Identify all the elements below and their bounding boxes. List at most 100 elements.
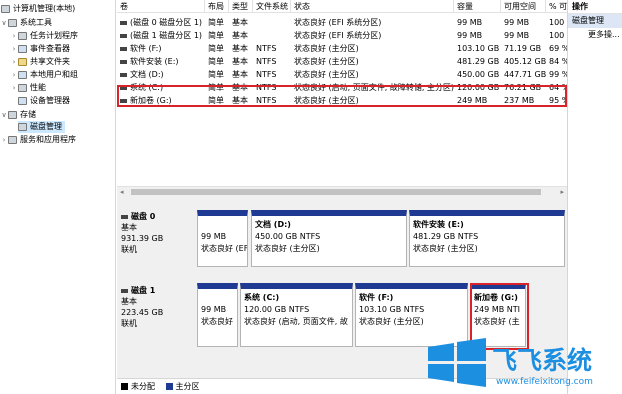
volume-cell: 100 [549,18,565,27]
column-header-free-space[interactable]: 可用空间 [501,0,546,13]
volume-cell: 447.71 GB [504,70,546,79]
column-header-volume[interactable]: 卷 [117,0,205,13]
svg-text:www.feifeixitong.com: www.feifeixitong.com [496,377,593,387]
volume-cell: 状态良好 (主分区) [294,44,359,53]
volume-cell: 软件 (F:) [117,42,205,55]
volume-cell: 软件安装 (E:) [117,55,205,68]
column-header-type[interactable]: 类型 [229,0,253,13]
navigation-tree: 计算机管理(本地) ∨ 系统工具 › 任务计划程序 › 事件查看器 › 共享文件夹 › 本… [0,0,116,394]
tree-item-shared-folders[interactable]: › 共享文件夹 [10,56,70,68]
volume-icon [120,46,127,51]
scroll-left-icon[interactable]: ◂ [120,188,124,196]
horizontal-scrollbar[interactable]: ◂ ▸ [117,186,567,197]
column-header-percent-free[interactable]: % 可 [546,0,567,13]
volume-cell: 基本 [232,44,248,53]
partition-disk0-efi[interactable]: 99 MB 状态良好 (EF [197,210,248,267]
tree-item-local-users[interactable]: › 本地用户和组 [10,69,78,81]
tree-item-disk-management[interactable]: 磁盘管理 [18,121,65,133]
volume-icon [120,33,127,38]
tree-item-task-scheduler[interactable]: › 任务计划程序 [10,30,78,42]
volume-cell: (磁盘 0 磁盘分区 1) [117,16,205,29]
volume-cell: 99 MB [457,18,483,27]
collapse-chevron-icon[interactable]: ∨ [0,17,8,29]
tree-item-event-viewer[interactable]: › 事件查看器 [10,43,70,55]
volume-cell [253,29,291,42]
partition-e-software-install[interactable]: 软件安装 (E:) 481.29 GB NTFS 状态良好 (主分区) [409,210,565,267]
volume-cell: NTFS [256,70,277,79]
volume-row[interactable]: (磁盘 0 磁盘分区 1) 简单 基本 状态良好 (EFI 系统分区) 99 MB 99 … [117,16,567,29]
tree-item-device-manager[interactable]: 设备管理器 [18,95,70,107]
tree-item-system-tools[interactable]: ∨ 系统工具 [0,17,52,29]
volume-icon [120,20,127,25]
partition-disk1-efi[interactable]: 99 MB 状态良好 [197,283,238,347]
scroll-right-icon[interactable]: ▸ [560,188,564,196]
volume-cell: 基本 [232,70,248,79]
volume-icon [120,72,127,77]
column-header-capacity[interactable]: 容量 [454,0,501,13]
volume-row[interactable]: 软件安装 (E:) 简单 基本 NTFS 状态良好 (主分区) 481.29 GB 405.… [117,55,567,68]
volume-cell: 99 % [549,70,567,79]
tree-item-services-apps[interactable]: › 服务和应用程序 [0,134,76,146]
event-log-icon [18,45,27,53]
services-icon [8,136,17,144]
volume-cell [253,16,291,29]
computer-icon [1,5,10,13]
expand-chevron-icon[interactable]: › [0,134,8,146]
expand-chevron-icon[interactable]: › [10,43,18,55]
volume-cell: 状态良好 (EFI 系统分区) [294,18,382,27]
storage-icon [8,111,17,119]
column-header-layout[interactable]: 布局 [205,0,229,13]
volume-cell: 简单 [208,57,224,66]
tree-item-storage[interactable]: ∨ 存储 [0,109,36,121]
expand-chevron-icon[interactable]: › [10,82,18,94]
unallocated-swatch [121,383,128,390]
volume-row[interactable]: 软件 (F:) 简单 基本 NTFS 状态良好 (主分区) 103.10 GB 71.19 … [117,42,567,55]
volume-cell: NTFS [256,44,277,53]
tree-item-computer-management[interactable]: 计算机管理(本地) [1,3,75,15]
volume-row[interactable]: (磁盘 1 磁盘分区 1) 简单 基本 状态良好 (EFI 系统分区) 99 MB 99 … [117,29,567,42]
volume-cell: NTFS [256,57,277,66]
watermark-logo: 飞飞系统 www.feifeixitong.com [424,337,620,389]
volume-cell: 简单 [208,31,224,40]
disk-icon [121,214,128,219]
volume-icon [120,59,127,64]
expand-chevron-icon[interactable]: › [10,69,18,81]
actions-header: 操作 [568,0,622,14]
column-header-filesystem[interactable]: 文件系统 [253,0,291,13]
clock-icon [18,32,27,40]
svg-text:飞飞系统: 飞飞系统 [492,346,592,375]
expand-chevron-icon[interactable]: › [10,30,18,42]
volume-cell: 103.10 GB [457,44,500,53]
expand-chevron-icon[interactable]: › [10,56,18,68]
tree-item-performance[interactable]: › 性能 [10,82,46,94]
disk-icon [121,288,128,293]
actions-disk-management[interactable]: 磁盘管理 [568,14,622,28]
collapse-chevron-icon[interactable]: ∨ [0,109,8,121]
volume-cell: 450.00 GB [457,70,500,79]
volume-cell: 简单 [208,44,224,53]
disk-0-label[interactable]: 磁盘 0 基本 931.39 GB 联机 [121,211,193,267]
more-actions-link[interactable]: 更多操... [568,28,622,42]
actions-pane: 操作 磁盘管理 更多操... [567,0,622,394]
volume-list-header: 卷 布局 类型 文件系统 状态 容量 可用空间 % 可 [117,0,567,13]
volume-cell: 基本 [232,18,248,27]
partition-c-system[interactable]: 系统 (C:) 120.00 GB NTFS 状态良好 (启动, 页面文件, 故 [240,283,353,347]
volume-row[interactable]: 文档 (D:) 简单 基本 NTFS 状态良好 (主分区) 450.00 GB 447.71… [117,68,567,81]
volume-cell: 状态良好 (主分区) [294,57,359,66]
volume-cell: 文档 (D:) [117,68,205,81]
volume-cell: 99 MB [504,31,530,40]
volume-cell: 99 MB [457,31,483,40]
tools-icon [8,19,17,27]
disk-1-label[interactable]: 磁盘 1 基本 223.45 GB 联机 [121,285,193,345]
volume-cell: 基本 [232,57,248,66]
volume-cell: 99 MB [504,18,530,27]
scrollbar-thumb[interactable] [131,189,541,195]
volume-cell: 状态良好 (主分区) [294,70,359,79]
partition-d-documents[interactable]: 文档 (D:) 450.00 GB NTFS 状态良好 (主分区) [251,210,407,267]
windows-logo-icon: 飞飞系统 www.feifeixitong.com [428,338,593,387]
computer-management-window: 计算机管理(本地) ∨ 系统工具 › 任务计划程序 › 事件查看器 › 共享文件夹 › 本… [0,0,622,394]
column-header-status[interactable]: 状态 [291,0,454,13]
volume-cell: 简单 [208,70,224,79]
folder-icon [18,58,27,66]
volume-cell: 状态良好 (EFI 系统分区) [294,31,382,40]
